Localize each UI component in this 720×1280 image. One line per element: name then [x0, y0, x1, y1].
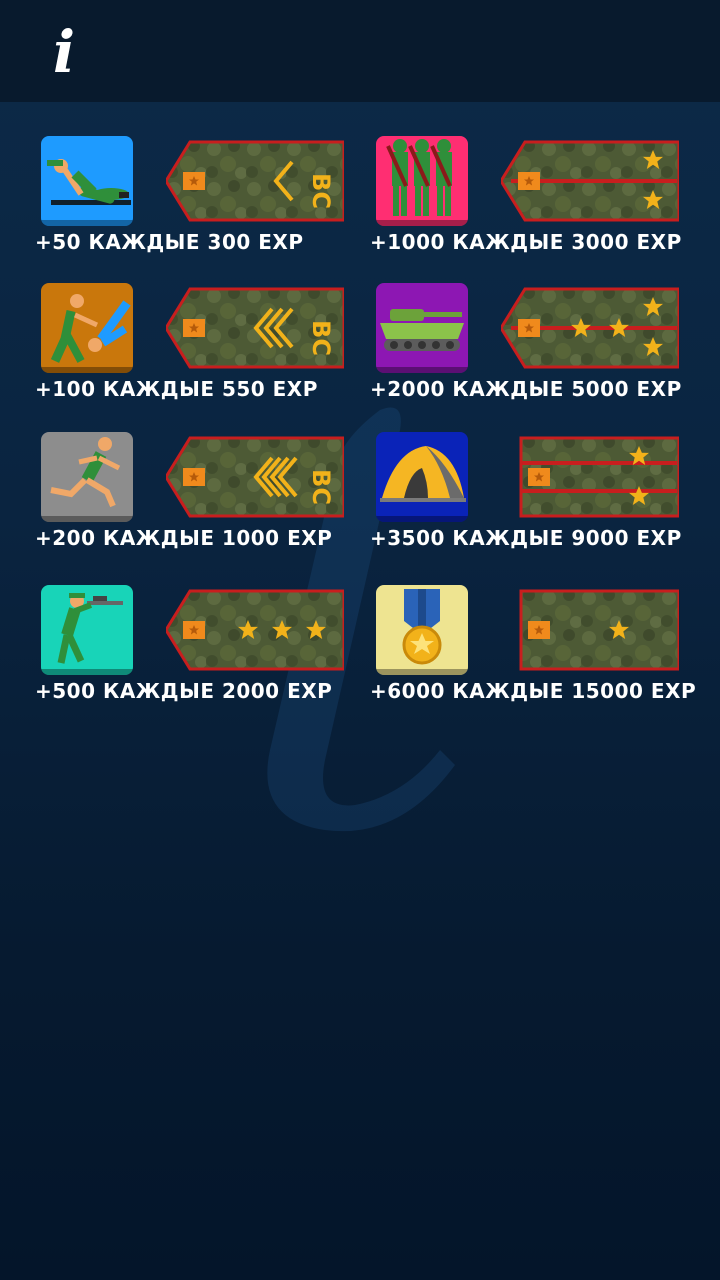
reward-label: +500 КАЖДЫЕ 2000 EXP — [35, 679, 333, 703]
reward-card: +3500 КАЖДЫЕ 9000 EXP — [370, 432, 716, 582]
soldiers-parade-icon — [376, 136, 468, 226]
svg-text:ВС: ВС — [307, 320, 335, 356]
wrestling-icon — [41, 283, 133, 373]
tile-shadow — [41, 516, 133, 522]
reward-card: +500 КАЖДЫЕ 2000 EXP — [35, 585, 381, 735]
major-strap — [519, 589, 679, 671]
second-lieutenant-strap — [501, 140, 679, 222]
medal-icon — [376, 585, 468, 675]
running-soldier-icon — [41, 432, 133, 522]
top-bar: i — [0, 0, 720, 102]
reward-card: +2000 КАЖДЫЕ 5000 EXP — [370, 283, 716, 433]
reward-label: +50 КАЖДЫЕ 300 EXP — [35, 230, 304, 254]
senior-warrant-officer-strap — [166, 589, 344, 671]
tile-shadow — [376, 516, 468, 522]
tile-shadow — [41, 367, 133, 373]
svg-text:ВС: ВС — [307, 469, 335, 505]
sniper-icon — [41, 585, 133, 675]
captain-strap — [501, 287, 679, 369]
reward-label: +1000 КАЖДЫЕ 3000 EXP — [370, 230, 682, 254]
sergeant-strap: ВС — [166, 287, 344, 369]
tile-shadow — [376, 669, 468, 675]
tank-icon — [376, 283, 468, 373]
info-button[interactable]: i — [40, 18, 88, 86]
reward-label: +2000 КАЖДЫЕ 5000 EXP — [370, 377, 682, 401]
reward-label: +100 КАЖДЫЕ 550 EXP — [35, 377, 318, 401]
tile-shadow — [376, 367, 468, 373]
reward-label: +3500 КАЖДЫЕ 9000 EXP — [370, 526, 682, 550]
reward-card: ВС +200 КАЖДЫЕ 1000 EXP — [35, 432, 381, 582]
reward-card: +1000 КАЖДЫЕ 3000 EXP — [370, 136, 716, 286]
reward-card: +6000 КАЖДЫЕ 15000 EXP — [370, 585, 716, 735]
svg-text:ВС: ВС — [307, 173, 335, 209]
reward-label: +200 КАЖДЫЕ 1000 EXP — [35, 526, 333, 550]
reward-card: ВС +100 КАЖДЫЕ 550 EXP — [35, 283, 381, 433]
lieutenant-colonel-strap — [519, 436, 679, 518]
tile-shadow — [41, 220, 133, 226]
tile-shadow — [376, 220, 468, 226]
private-first-class-strap: ВС — [166, 140, 344, 222]
senior-sergeant-strap: ВС — [166, 436, 344, 518]
pushups-icon — [41, 136, 133, 226]
tile-shadow — [41, 669, 133, 675]
reward-card: ВС +50 КАЖДЫЕ 300 EXP — [35, 136, 381, 286]
tent-icon — [376, 432, 468, 522]
reward-label: +6000 КАЖДЫЕ 15000 EXP — [370, 679, 697, 703]
